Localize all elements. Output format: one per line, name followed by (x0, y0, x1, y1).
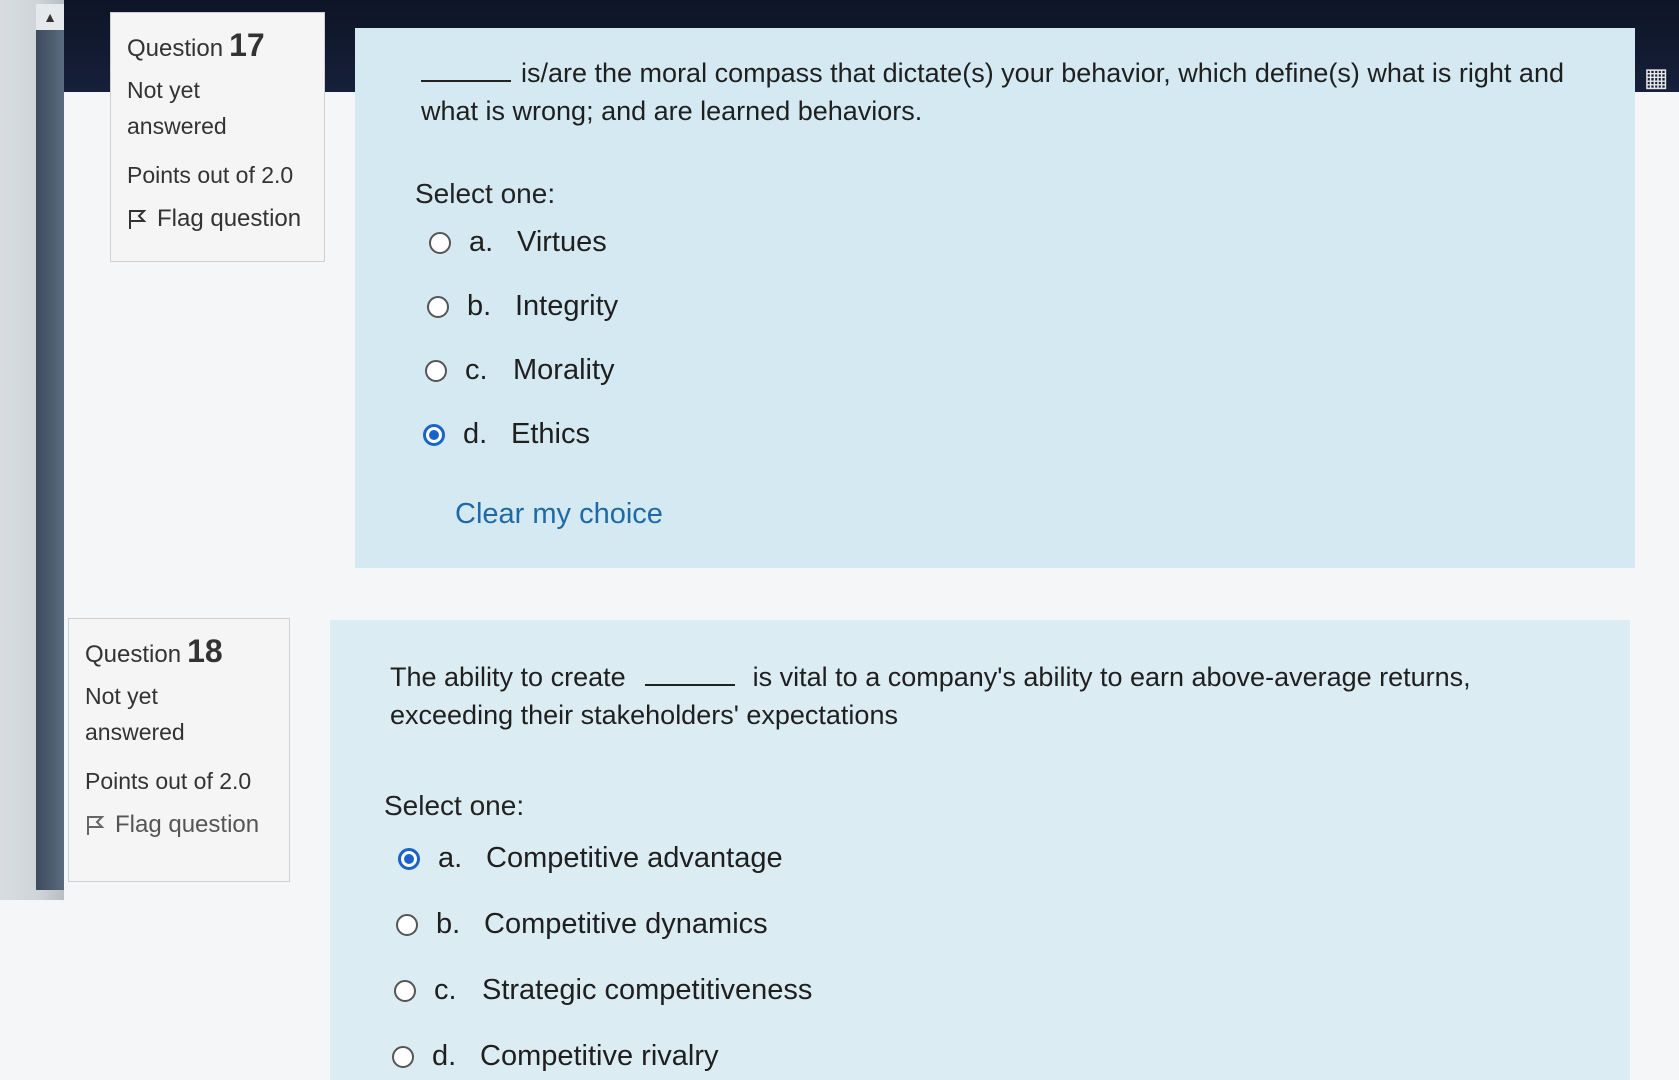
radio-option-a[interactable] (429, 231, 451, 254)
radio-option-b[interactable] (427, 295, 449, 318)
select-one-label: Select one: (415, 178, 556, 209)
answer-blank (421, 80, 511, 82)
question-17-content: is/are the moral compass that dictate(s)… (355, 28, 1635, 568)
option-letter: d. (432, 1040, 457, 1072)
option-b[interactable]: b. Integrity (427, 290, 618, 323)
radio-option-a[interactable] (398, 847, 420, 870)
question-18-content: The ability to create is vital to a comp… (330, 620, 1630, 1080)
scrollbar[interactable] (36, 30, 64, 890)
points-label: Points out of 2.0 (127, 162, 294, 188)
question-number: Question 18 (85, 633, 273, 670)
question-state: Not yet answered (85, 678, 273, 750)
question-number-value: 18 (187, 633, 223, 669)
option-text: Competitive dynamics (484, 908, 768, 940)
question-text-line-2: exceeding their stakeholders' expectatio… (390, 700, 898, 730)
state-line-1: Not yet (127, 77, 200, 103)
option-a[interactable]: a. Competitive advantage (398, 842, 783, 875)
question-17-text: is/are the moral compass that dictate(s)… (421, 54, 1621, 130)
option-text: Strategic competitiveness (482, 974, 813, 1006)
option-text: Competitive advantage (486, 842, 783, 874)
option-text: Virtues (517, 226, 607, 258)
question-label: Question (127, 35, 224, 62)
option-d[interactable]: d. Competitive rivalry (392, 1040, 719, 1073)
select-one-label: Select one: (384, 790, 525, 821)
option-b[interactable]: b. Competitive dynamics (396, 908, 768, 941)
question-number-value: 17 (229, 27, 265, 63)
question-18-text: The ability to create is vital to a comp… (390, 658, 1610, 734)
question-text-line-1: is/are the moral compass that dictate(s)… (521, 58, 1564, 88)
option-letter: b. (467, 290, 492, 322)
option-a[interactable]: a. Virtues (429, 226, 607, 259)
option-letter: a. (469, 226, 494, 258)
option-letter: d. (463, 418, 488, 450)
flag-question-label: Flag question (115, 811, 260, 838)
flag-question-button[interactable]: Flag question (127, 205, 308, 233)
option-c[interactable]: c. Morality (425, 354, 615, 387)
question-18-info: Question 18 Not yet answered Points out o… (68, 618, 290, 882)
option-text: Morality (513, 354, 615, 386)
points-label: Points out of 2.0 (85, 768, 252, 794)
scroll-up-arrow-icon[interactable]: ▲ (36, 4, 64, 30)
option-text: Integrity (515, 290, 619, 322)
question-17-info: Question 17 Not yet answered Points out o… (110, 12, 325, 262)
option-letter: c. (434, 974, 457, 1006)
question-label: Question (85, 641, 182, 668)
radio-option-c[interactable] (425, 359, 447, 382)
grid-icon[interactable]: ▦ (1640, 62, 1672, 94)
question-text-after-blank: is vital to a company's ability to earn … (752, 662, 1471, 692)
flag-icon (129, 210, 147, 229)
radio-option-b[interactable] (396, 913, 418, 936)
option-letter: c. (465, 354, 488, 386)
option-letter: b. (436, 908, 461, 940)
radio-option-c[interactable] (394, 979, 416, 1002)
state-line-2: answered (85, 719, 185, 745)
question-text-before-blank: The ability to create (390, 662, 626, 692)
state-line-2: answered (127, 113, 227, 139)
clear-my-choice-link[interactable]: Clear my choice (455, 498, 663, 531)
flag-question-label: Flag question (157, 205, 302, 232)
question-state: Not yet answered (127, 72, 308, 144)
question-number: Question 17 (127, 27, 308, 64)
option-d[interactable]: d. Ethics (423, 418, 590, 451)
state-line-1: Not yet (85, 683, 158, 709)
answer-blank (645, 684, 736, 686)
option-text: Competitive rivalry (480, 1040, 719, 1072)
option-c[interactable]: c. Strategic competitiveness (394, 974, 812, 1007)
question-text-line-2: what is wrong; and are learned behaviors… (421, 96, 923, 126)
option-text: Ethics (511, 418, 590, 450)
radio-option-d[interactable] (392, 1045, 414, 1068)
flag-icon (87, 816, 105, 835)
radio-option-d[interactable] (423, 423, 445, 446)
flag-question-button[interactable]: Flag question (85, 811, 273, 839)
option-letter: a. (438, 842, 463, 874)
